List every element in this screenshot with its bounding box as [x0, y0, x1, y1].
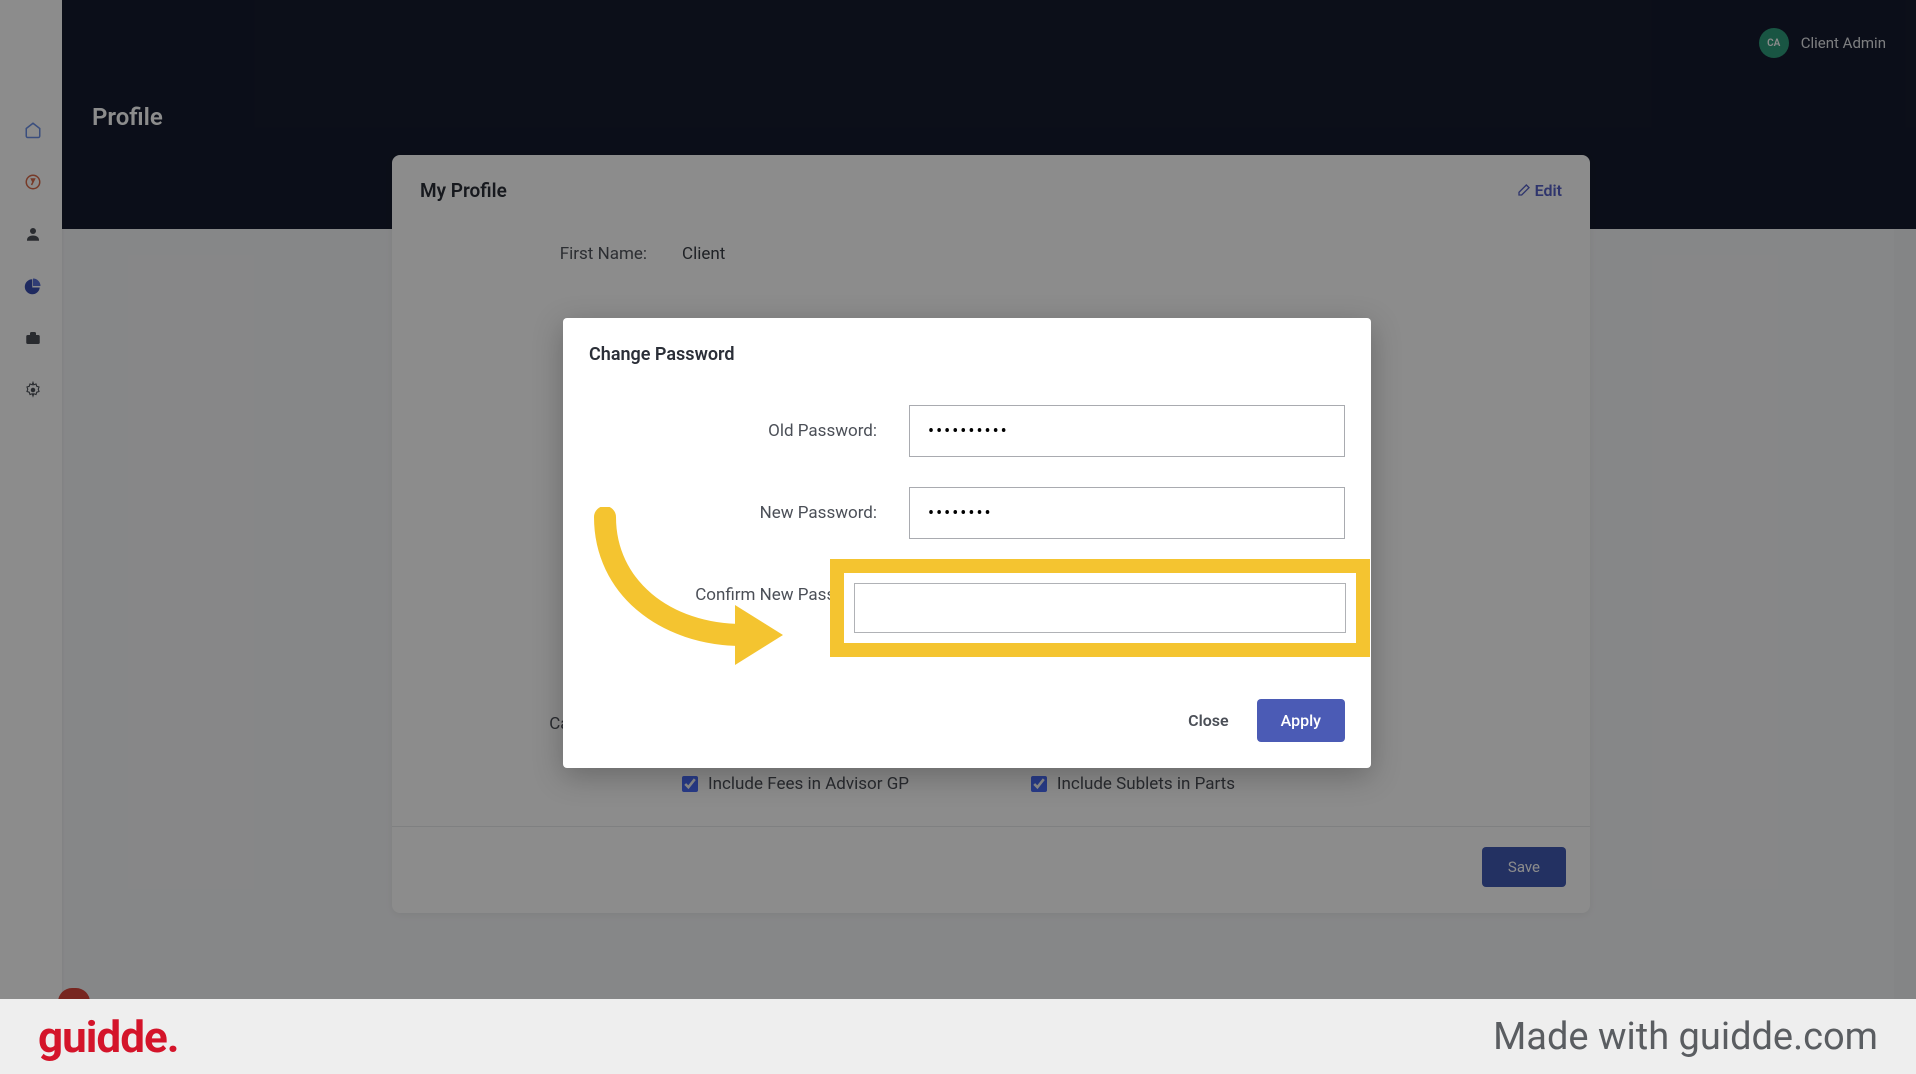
modal-title: Change Password — [563, 318, 1371, 385]
apply-button[interactable]: Apply — [1257, 699, 1345, 742]
made-with-text: Made with guidde.com — [1493, 1015, 1878, 1059]
old-password-label: Old Password: — [589, 421, 909, 441]
close-button[interactable]: Close — [1178, 699, 1239, 742]
guidde-logo: guidde. — [38, 1011, 179, 1063]
new-password-input[interactable] — [909, 487, 1345, 539]
footer-bar: guidde. Made with guidde.com — [0, 999, 1916, 1074]
arrow-annotation — [585, 507, 805, 681]
old-password-input[interactable] — [909, 405, 1345, 457]
highlight-annotation — [832, 561, 1368, 655]
